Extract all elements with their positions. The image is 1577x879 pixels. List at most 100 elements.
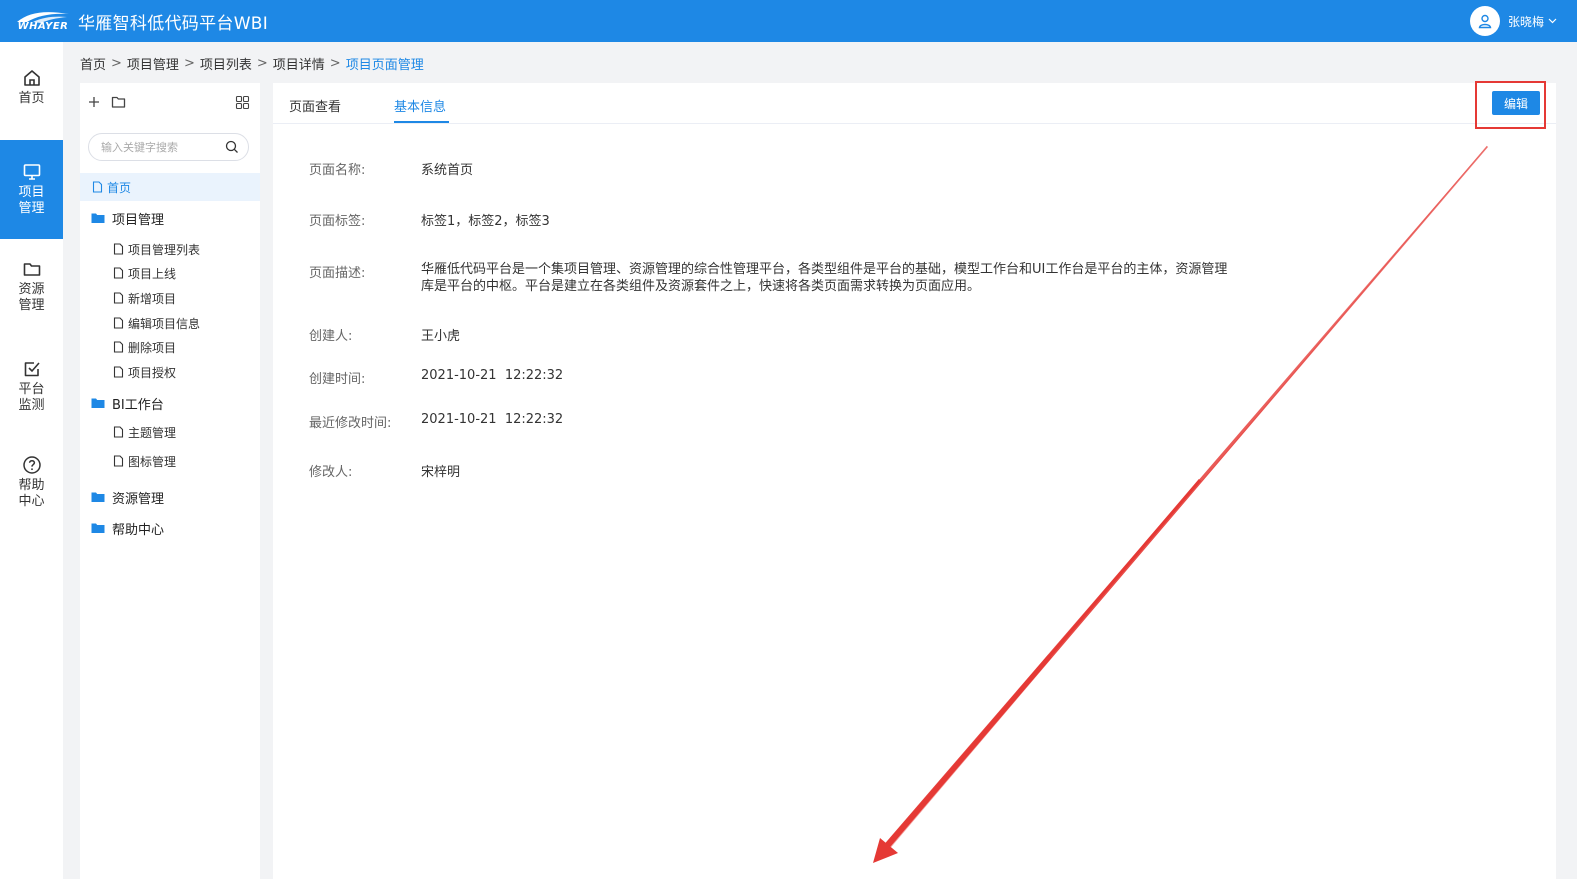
- tree-item-file[interactable]: 图标管理: [80, 452, 260, 470]
- field-value-page-desc: 华雁低代码平台是一个集项目管理、资源管理的综合性管理平台，各类型组件是平台的基础…: [421, 262, 1228, 294]
- field-value-created-time: 2021-10-21 12:22:32: [421, 368, 564, 383]
- chevron-down-icon[interactable]: [1548, 16, 1557, 27]
- tree-item-label: 帮助中心: [112, 522, 165, 538]
- nav-item-project[interactable]: 项目 管理: [0, 140, 63, 239]
- field-value-modified-time: 2021-10-21 12:22:32: [421, 412, 564, 427]
- active-tab-indicator: [394, 121, 449, 123]
- grid-view-icon[interactable]: [235, 95, 250, 114]
- breadcrumb-item[interactable]: 项目列表: [200, 54, 252, 73]
- breadcrumb-item[interactable]: 项目详情: [273, 54, 325, 73]
- tree-folder-resource[interactable]: 资源管理: [80, 486, 260, 508]
- tree-search: [88, 133, 249, 161]
- file-icon: [113, 455, 124, 467]
- nav-label: 平台 监测: [18, 382, 45, 413]
- file-icon: [113, 317, 124, 329]
- tree-item-file[interactable]: 项目授权: [80, 363, 260, 381]
- folder-icon: [91, 522, 105, 534]
- monitor-icon: [23, 164, 40, 180]
- user-menu[interactable]: 张晓梅: [1469, 0, 1557, 42]
- search-icon[interactable]: [225, 140, 239, 158]
- logo: WHAYER: [8, 10, 78, 32]
- top-header: WHAYER 华雁智科低代码平台WBI 张晓梅: [0, 0, 1577, 42]
- tree-item-file[interactable]: 主题管理: [80, 423, 260, 441]
- file-icon: [113, 267, 124, 279]
- tree-item-home[interactable]: 首页: [80, 173, 260, 201]
- checkbox-icon: [24, 362, 40, 377]
- field-label-modified-time: 最近修改时间:: [309, 416, 392, 431]
- file-icon: [113, 243, 124, 255]
- search-input[interactable]: [101, 140, 221, 154]
- field-label-page-tags: 页面标签:: [309, 214, 366, 229]
- field-value-creator: 王小虎: [421, 329, 461, 344]
- tree-folder-help[interactable]: 帮助中心: [80, 517, 260, 539]
- tree-item-label: 新增项目: [128, 291, 177, 306]
- tab-bar: 页面查看 基本信息 编辑: [273, 81, 1556, 129]
- tree-item-label: 项目授权: [128, 365, 177, 380]
- nav-item-help[interactable]: 帮助 中心: [0, 455, 63, 510]
- new-folder-icon[interactable]: [111, 95, 126, 113]
- nav-label: 资源 管理: [18, 282, 45, 313]
- tree-item-label: 项目管理: [112, 212, 165, 228]
- tree-item-file[interactable]: 删除项目: [80, 338, 260, 356]
- user-name[interactable]: 张晓梅: [1508, 13, 1544, 30]
- breadcrumb-item[interactable]: 项目管理: [127, 54, 179, 73]
- tree-item-file[interactable]: 项目上线: [80, 264, 260, 282]
- edit-button[interactable]: 编辑: [1492, 91, 1540, 115]
- tree-item-label: 首页: [107, 180, 132, 195]
- file-icon: [92, 181, 103, 193]
- field-label-modifier: 修改人:: [309, 465, 353, 480]
- field-label-page-name: 页面名称:: [309, 163, 366, 178]
- field-label-page-desc: 页面描述:: [309, 266, 366, 281]
- breadcrumb-item[interactable]: 首页: [80, 54, 106, 73]
- breadcrumb-separator: >: [256, 55, 268, 71]
- tab-basic-info[interactable]: 基本信息: [394, 96, 446, 115]
- logo-text: WHAYER: [17, 21, 69, 32]
- add-icon[interactable]: [87, 95, 101, 113]
- avatar[interactable]: [1469, 6, 1500, 36]
- user-icon: [1478, 14, 1492, 29]
- nav-label: 项目 管理: [18, 185, 45, 216]
- folder-icon: [91, 491, 105, 503]
- nav-item-monitor[interactable]: 平台 监测: [0, 359, 63, 414]
- file-icon: [113, 426, 124, 438]
- nav-label: 首页: [18, 91, 45, 106]
- tree-item-label: 主题管理: [128, 425, 177, 440]
- field-value-page-tags: 标签1，标签2，标签3: [421, 214, 550, 229]
- tree-item-label: 删除项目: [128, 340, 177, 355]
- tab-page-view[interactable]: 页面查看: [289, 96, 341, 115]
- tree-item-file[interactable]: 编辑项目信息: [80, 314, 260, 332]
- tree-item-label: 项目管理列表: [128, 242, 201, 257]
- nav-item-resource[interactable]: 资源 管理: [0, 259, 63, 314]
- tree-item-file[interactable]: 项目管理列表: [80, 240, 260, 258]
- breadcrumb-separator: >: [183, 55, 195, 71]
- tree-item-label: 资源管理: [112, 491, 165, 507]
- left-nav: 首页 项目 管理 资源 管理 平台 监测 帮助 中心: [0, 42, 63, 879]
- tree-folder-project[interactable]: 项目管理: [80, 207, 260, 229]
- breadcrumb-separator: >: [111, 55, 122, 71]
- field-label-creator: 创建人:: [309, 329, 353, 344]
- breadcrumb-separator: >: [329, 55, 341, 71]
- nav-label: 帮助 中心: [18, 478, 45, 509]
- breadcrumb-current: 项目页面管理: [345, 57, 424, 73]
- tree-item-label: 项目上线: [128, 266, 177, 281]
- tree-item-label: BI工作台: [112, 397, 164, 413]
- tree-item-file[interactable]: 新增项目: [80, 289, 260, 307]
- main-content: 页面查看 基本信息 编辑 页面名称: 系统首页 页面标签: 标签1，标签2，标签…: [273, 81, 1556, 879]
- nav-item-home[interactable]: 首页: [0, 68, 63, 107]
- home-icon: [23, 70, 40, 86]
- file-icon: [113, 292, 124, 304]
- folder-icon: [23, 263, 40, 276]
- file-icon: [113, 366, 124, 378]
- breadcrumb: 首页 > 项目管理 > 项目列表 > 项目详情 > 项目页面管理: [80, 54, 424, 73]
- tree-item-label: 编辑项目信息: [128, 316, 201, 331]
- file-icon: [113, 341, 124, 353]
- tree-toolbar: [80, 83, 260, 125]
- help-icon: [22, 456, 41, 474]
- tree-item-label: 图标管理: [128, 454, 177, 469]
- folder-icon: [91, 397, 105, 409]
- field-label-created-time: 创建时间:: [309, 372, 366, 387]
- field-value-page-name: 系统首页: [421, 163, 474, 178]
- field-value-modifier: 宋梓明: [421, 465, 461, 480]
- tree-folder-bi[interactable]: BI工作台: [80, 392, 260, 414]
- page-tree-panel: 首页 项目管理 项目管理列表 项目上线 新增项目 编辑项目信息 删除项目 项目授…: [80, 83, 260, 879]
